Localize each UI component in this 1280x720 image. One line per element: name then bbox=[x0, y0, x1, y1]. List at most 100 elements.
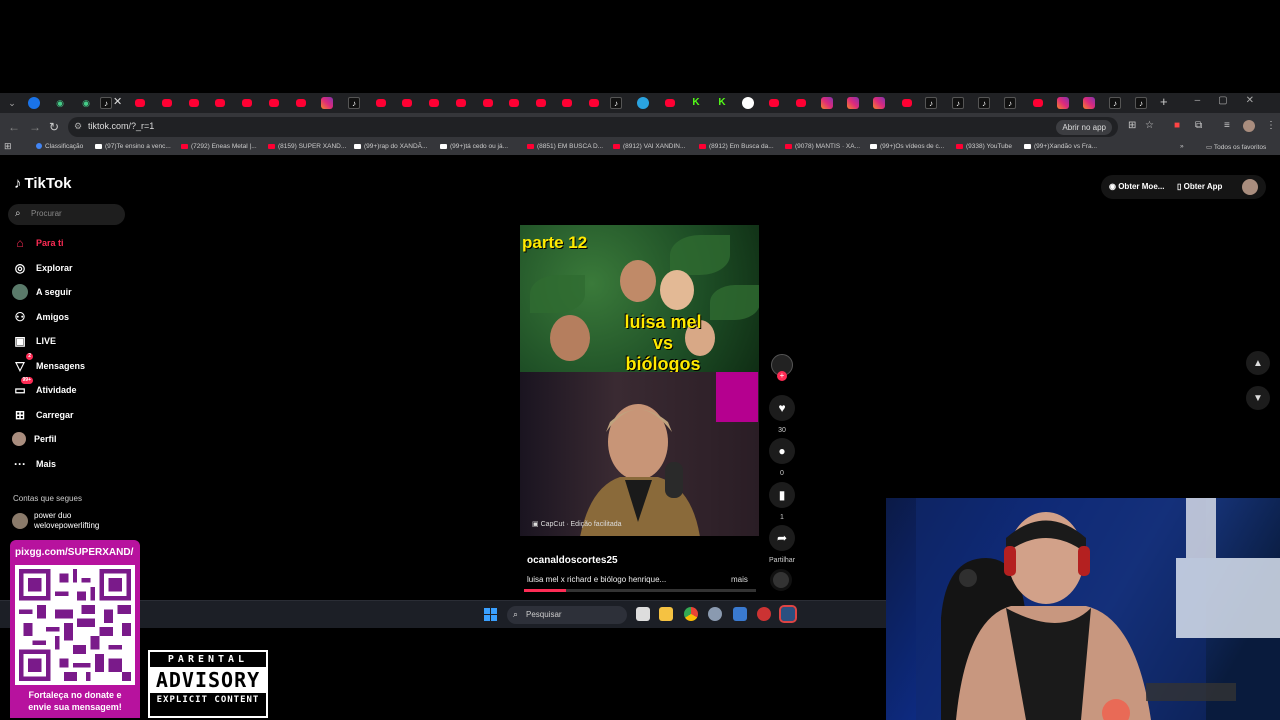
get-coins-button[interactable]: ◉ Obter Moe... bbox=[1109, 182, 1164, 191]
tab-instagram[interactable] bbox=[321, 97, 333, 109]
bookmark-item[interactable]: (9078) MANTIS · XA... bbox=[785, 143, 860, 150]
bookmark-item[interactable]: (99+)Os vídeos de c... bbox=[870, 143, 944, 150]
tab-youtube[interactable] bbox=[1033, 99, 1043, 107]
nav-for-you[interactable]: ⌂ Para ti bbox=[12, 235, 63, 251]
comment-action[interactable]: ● 0 bbox=[769, 438, 795, 477]
bookmark-item[interactable]: Classificação bbox=[36, 143, 83, 150]
tab-tiktok[interactable]: ♪ bbox=[1135, 97, 1147, 109]
reload-icon[interactable]: ↻ bbox=[49, 120, 59, 134]
tab-favicon[interactable]: ◉ bbox=[80, 97, 92, 109]
music-disc-icon[interactable] bbox=[770, 569, 792, 591]
nav-profile[interactable]: Perfil bbox=[12, 431, 57, 447]
windows-start-icon[interactable] bbox=[484, 608, 497, 621]
get-app-button[interactable]: ▯ Obter App bbox=[1177, 182, 1222, 191]
next-video-chevron-down-icon[interactable]: ▼ bbox=[1246, 386, 1270, 410]
site-info-icon[interactable]: ⚙ bbox=[74, 121, 82, 132]
nav-upload[interactable]: ⊞ Carregar bbox=[12, 407, 74, 423]
tab-kick[interactable]: K bbox=[716, 97, 728, 109]
new-tab-plus-icon[interactable]: + bbox=[1160, 94, 1168, 109]
tab-youtube[interactable] bbox=[376, 99, 386, 107]
tab-youtube[interactable] bbox=[269, 99, 279, 107]
browser-menu-icon[interactable]: ⋮ bbox=[1266, 121, 1276, 131]
window-controls-icon[interactable]: –▢✕ bbox=[1195, 95, 1272, 106]
nav-following[interactable]: A seguir bbox=[12, 284, 72, 300]
tab-tiktok[interactable]: ♪ bbox=[952, 97, 964, 109]
capcut-label[interactable]: ▣ CapCut · Edição facilitada bbox=[532, 520, 622, 528]
bookmark-icon[interactable]: ▮ bbox=[769, 482, 795, 508]
share-action[interactable]: ➦ Partilhar bbox=[767, 525, 797, 564]
nav-activity[interactable]: ▭ 99+ Atividade bbox=[12, 377, 77, 398]
tab-tiktok[interactable]: ♪ bbox=[925, 97, 937, 109]
media-icon[interactable]: ≡ bbox=[1224, 121, 1234, 131]
tab-tiktok[interactable]: ♪ bbox=[348, 97, 360, 109]
profile-avatar[interactable] bbox=[1242, 179, 1258, 195]
followed-account[interactable]: power duo welovepowerlifting bbox=[12, 511, 99, 531]
tab-instagram[interactable] bbox=[1057, 97, 1069, 109]
bookmark-item[interactable]: (99+)rap do XANDÃ... bbox=[354, 143, 427, 150]
all-favorites-folder[interactable]: ▭ Todos os favoritos bbox=[1206, 143, 1266, 151]
close-tab-icon[interactable]: ✕ bbox=[113, 95, 122, 108]
tab-instagram[interactable] bbox=[821, 97, 833, 109]
extension-icon[interactable]: ■ bbox=[1174, 121, 1184, 131]
translate-icon[interactable]: ⊞ bbox=[1128, 121, 1138, 131]
steam-icon[interactable] bbox=[779, 605, 797, 623]
bookmark-item[interactable]: (9338) YouTube bbox=[956, 143, 1012, 150]
task-view-icon[interactable] bbox=[636, 607, 650, 621]
search-input[interactable]: ⌕ Procurar bbox=[8, 204, 125, 225]
bookmark-star-icon[interactable]: ☆ bbox=[1145, 121, 1155, 131]
chrome-icon[interactable] bbox=[684, 607, 698, 621]
tab-search-chevron-icon[interactable]: ⌄ bbox=[6, 97, 18, 109]
bookmark-item[interactable]: (99+)tá cedo ou já... bbox=[440, 143, 508, 150]
open-in-app-button[interactable]: Abrir no app bbox=[1056, 120, 1112, 135]
tab-kick[interactable]: K bbox=[690, 97, 702, 109]
tiktok-logo[interactable]: ♪ TikTok bbox=[14, 175, 71, 192]
tab-favicon[interactable] bbox=[28, 97, 40, 109]
tab-instagram[interactable] bbox=[873, 97, 885, 109]
save-action[interactable]: ▮ 1 bbox=[769, 482, 795, 521]
tab-favicon[interactable]: ◉ bbox=[54, 97, 66, 109]
follow-plus-icon[interactable]: + bbox=[777, 371, 787, 381]
taskbar-search-input[interactable]: ⌕ Pesquisar bbox=[507, 606, 627, 624]
tab-youtube[interactable] bbox=[402, 99, 412, 107]
tab-tiktok[interactable]: ♪ bbox=[978, 97, 990, 109]
tab-youtube[interactable] bbox=[536, 99, 546, 107]
tab-instagram[interactable] bbox=[1083, 97, 1095, 109]
tab-youtube[interactable] bbox=[162, 99, 172, 107]
apps-grid-icon[interactable]: ⊞ bbox=[4, 141, 12, 152]
nav-more[interactable]: ··· Mais bbox=[12, 456, 56, 472]
file-explorer-icon[interactable] bbox=[659, 607, 673, 621]
tab-active-tiktok[interactable]: ♪ bbox=[100, 97, 112, 109]
bookmark-item[interactable]: (8912) Em Busca da... bbox=[699, 143, 774, 150]
tab-youtube[interactable] bbox=[215, 99, 225, 107]
tab-youtube[interactable] bbox=[665, 99, 675, 107]
like-action[interactable]: ♥ 30 bbox=[769, 395, 795, 434]
tab-youtube[interactable] bbox=[135, 99, 145, 107]
tab-youtube[interactable] bbox=[589, 99, 599, 107]
bookmark-item[interactable]: (8851) EM BUSCA D... bbox=[527, 143, 603, 150]
video-creator-name[interactable]: ocanaldoscortes25 bbox=[527, 555, 618, 566]
share-arrow-icon[interactable]: ➦ bbox=[769, 525, 795, 551]
tab-instagram[interactable] bbox=[847, 97, 859, 109]
previous-video-chevron-up-icon[interactable]: ▲ bbox=[1246, 351, 1270, 375]
back-arrow-icon[interactable]: ← bbox=[8, 120, 20, 134]
settings-gear-icon[interactable] bbox=[708, 607, 722, 621]
tab-youtube[interactable] bbox=[509, 99, 519, 107]
tab-youtube[interactable] bbox=[562, 99, 572, 107]
bookmarks-overflow-icon[interactable]: » bbox=[1180, 143, 1184, 150]
bookmark-item[interactable]: (8912) VAI XANDIN... bbox=[613, 143, 685, 150]
tab-youtube[interactable] bbox=[796, 99, 806, 107]
tab-youtube[interactable] bbox=[456, 99, 466, 107]
tab-youtube[interactable] bbox=[429, 99, 439, 107]
bookmark-item[interactable]: (99+)Xandão vs Fra... bbox=[1024, 143, 1097, 150]
tab-tiktok[interactable]: ♪ bbox=[1109, 97, 1121, 109]
heart-icon[interactable]: ♥ bbox=[769, 395, 795, 421]
comment-icon[interactable]: ● bbox=[769, 438, 795, 464]
extensions-puzzle-icon[interactable]: ⧉ bbox=[1195, 121, 1205, 131]
video-player[interactable]: parte 12 luisa mel vs biólogos ▣ CapCut … bbox=[520, 225, 759, 536]
bookmark-item[interactable]: (7292) Eneas Metal |... bbox=[181, 143, 257, 150]
forward-arrow-icon[interactable]: → bbox=[29, 120, 41, 134]
bookmark-item[interactable]: (8159) SUPER XAND... bbox=[268, 143, 346, 150]
nav-friends[interactable]: ⚇ Amigos bbox=[12, 309, 69, 325]
tab-youtube[interactable] bbox=[483, 99, 493, 107]
tab-youtube[interactable] bbox=[296, 99, 306, 107]
